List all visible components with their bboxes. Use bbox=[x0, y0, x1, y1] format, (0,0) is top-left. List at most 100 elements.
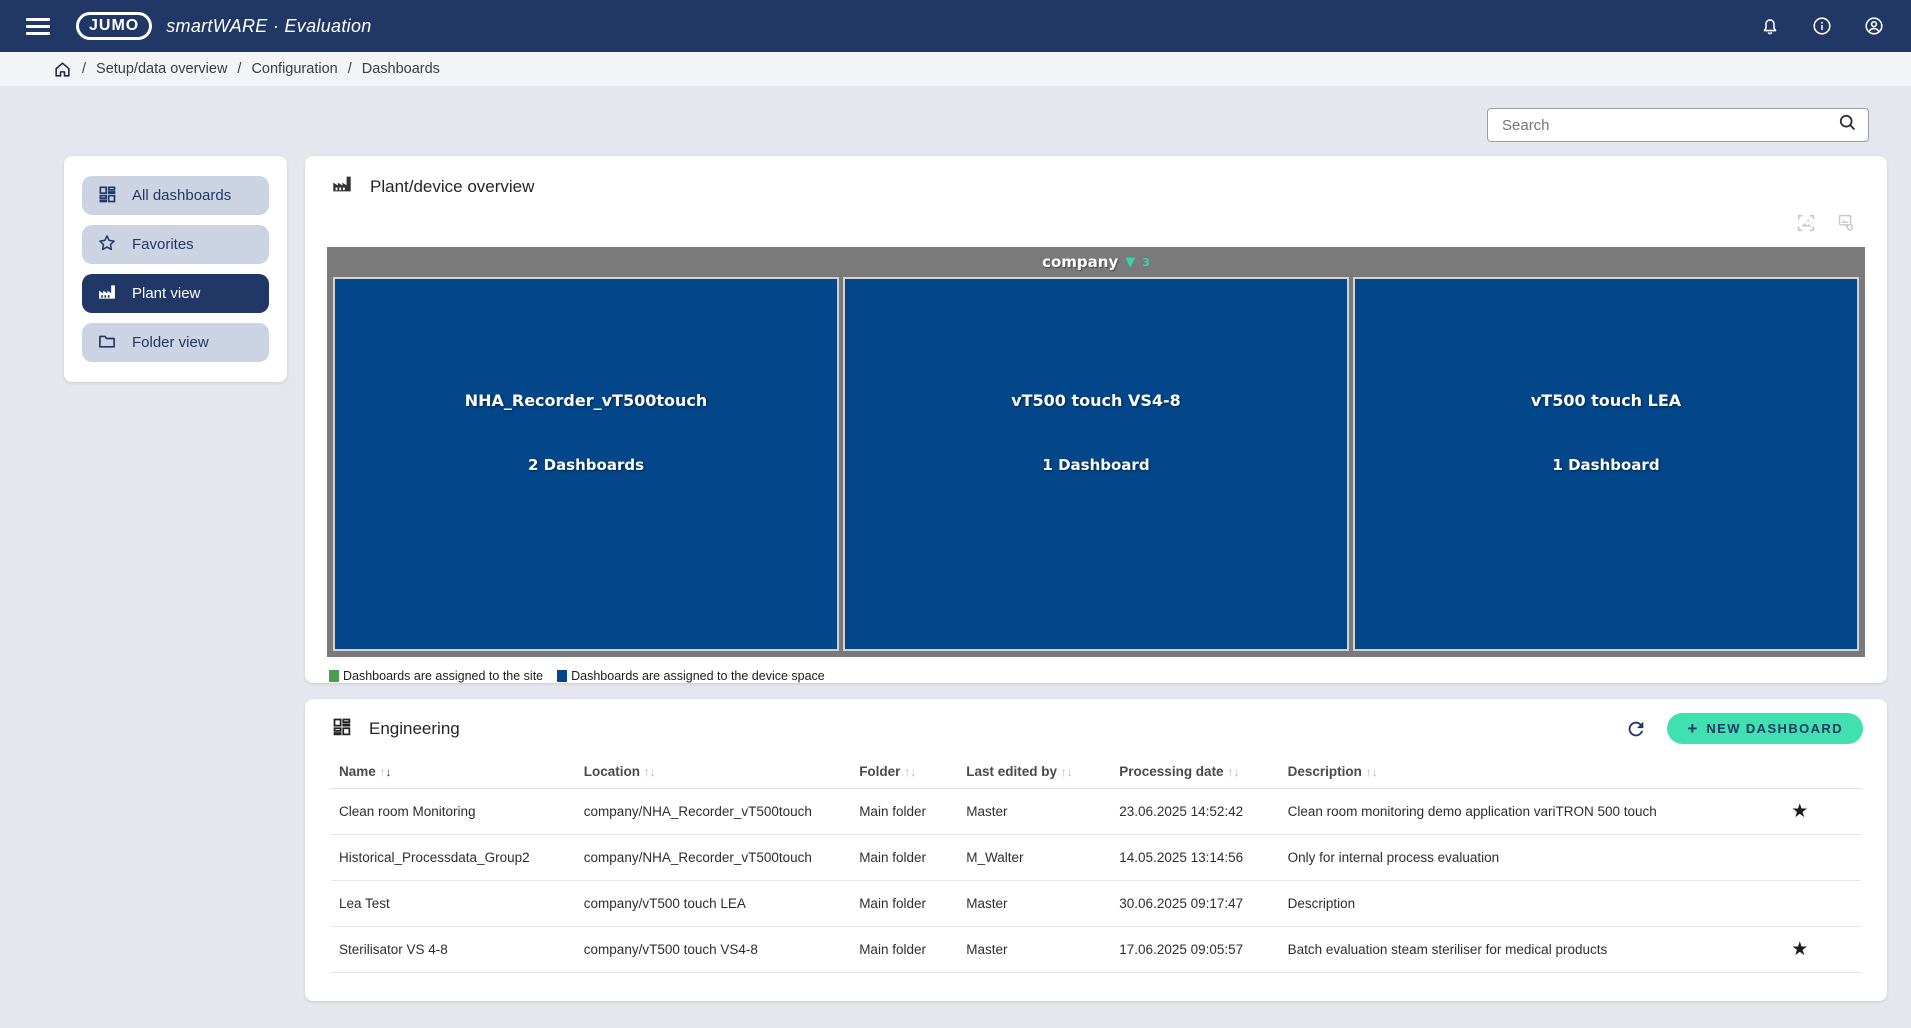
cell-processing-date: 17.06.2025 09:05:57 bbox=[1111, 927, 1279, 973]
table-row[interactable]: Historical_Processdata_Group2 company/NH… bbox=[331, 835, 1861, 881]
plant-device-overview-panel: Plant/device overview bbox=[305, 156, 1887, 683]
cell-processing-date: 14.05.2025 13:14:56 bbox=[1111, 835, 1279, 881]
sidebar-item-label: Folder view bbox=[132, 334, 209, 351]
table-row[interactable]: Lea Test company/vT500 touch LEA Main fo… bbox=[331, 881, 1861, 927]
device-tile-name: vT500 touch VS4-8 bbox=[1011, 391, 1181, 410]
plus-icon: + bbox=[1687, 719, 1697, 739]
table-row[interactable]: Sterilisator VS 4-8 company/vT500 touch … bbox=[331, 927, 1861, 973]
view-sidebar: All dashboards Favorites Plant view bbox=[64, 156, 287, 382]
column-header-last-edited-by[interactable]: Last edited by ↑↓ bbox=[958, 756, 1111, 789]
device-tile-count: 1 Dashboard bbox=[1552, 456, 1659, 474]
device-tile-nha-recorder[interactable]: NHA_Recorder_vT500touch 2 Dashboards bbox=[333, 277, 839, 651]
column-header-processing-date[interactable]: Processing date ↑↓ bbox=[1111, 756, 1279, 789]
cell-last-edited-by: M_Walter bbox=[958, 835, 1111, 881]
sidebar-item-all-dashboards[interactable]: All dashboards bbox=[82, 176, 269, 215]
app-title: smartWARE · Evaluation bbox=[166, 16, 371, 37]
device-tile-name: vT500 touch LEA bbox=[1531, 391, 1681, 410]
cell-last-edited-by: Master bbox=[958, 927, 1111, 973]
sidebar-item-favorites[interactable]: Favorites bbox=[82, 225, 269, 264]
legend-device-label: Dashboards are assigned to the device sp… bbox=[571, 669, 825, 683]
search-icon[interactable] bbox=[1837, 112, 1858, 138]
info-icon[interactable] bbox=[1811, 15, 1833, 37]
panel-title: Engineering bbox=[369, 719, 460, 739]
top-navbar: JUMO smartWARE · Evaluation bbox=[0, 0, 1911, 52]
column-header-name[interactable]: Name ↑↓ bbox=[331, 756, 576, 789]
search-box bbox=[1487, 108, 1869, 142]
device-tile-vt500-vs4-8[interactable]: vT500 touch VS4-8 1 Dashboard bbox=[843, 277, 1349, 651]
jumo-logo: JUMO bbox=[76, 12, 152, 40]
dashboard-grid-icon bbox=[97, 184, 117, 208]
cell-folder: Main folder bbox=[851, 835, 958, 881]
favorite-star-icon[interactable]: ★ bbox=[1791, 939, 1808, 960]
company-group-header[interactable]: company ▼ 3 bbox=[333, 247, 1859, 277]
cell-name[interactable]: Historical_Processdata_Group2 bbox=[331, 835, 576, 881]
engineering-panel: Engineering + NEW DASHBOARD bbox=[305, 699, 1887, 1001]
breadcrumb-separator: / bbox=[237, 61, 241, 77]
table-row[interactable]: Clean room Monitoring company/NHA_Record… bbox=[331, 789, 1861, 835]
search-input[interactable] bbox=[1502, 117, 1837, 134]
breadcrumb-item-configuration[interactable]: Configuration bbox=[251, 61, 337, 77]
account-icon[interactable] bbox=[1863, 15, 1885, 37]
factory-icon bbox=[97, 282, 117, 306]
dashboard-table-body: Clean room Monitoring company/NHA_Record… bbox=[331, 789, 1861, 973]
folder-icon bbox=[97, 331, 117, 355]
cell-location: company/vT500 touch VS4-8 bbox=[576, 927, 851, 973]
refresh-icon[interactable] bbox=[1625, 718, 1647, 740]
device-tile-name: NHA_Recorder_vT500touch bbox=[465, 391, 708, 410]
cell-location: company/vT500 touch LEA bbox=[576, 881, 851, 927]
breadcrumb-separator: / bbox=[82, 61, 86, 77]
cell-name[interactable]: Sterilisator VS 4-8 bbox=[331, 927, 576, 973]
cell-location: company/NHA_Recorder_vT500touch bbox=[576, 835, 851, 881]
sidebar-item-label: Plant view bbox=[132, 285, 200, 302]
legend-site-label: Dashboards are assigned to the site bbox=[343, 669, 543, 683]
cell-last-edited-by: Master bbox=[958, 881, 1111, 927]
menu-icon[interactable] bbox=[26, 18, 50, 35]
dashboard-table: Name ↑↓ Location ↑↓ Folder ↑↓ Last edite… bbox=[331, 756, 1861, 973]
legend-site-swatch bbox=[329, 670, 339, 682]
cell-description: Clean room monitoring demo application v… bbox=[1280, 789, 1739, 835]
favorite-star-icon[interactable]: ★ bbox=[1791, 801, 1808, 822]
breadcrumb-item-setup[interactable]: Setup/data overview bbox=[96, 61, 227, 77]
star-icon bbox=[97, 233, 117, 257]
notifications-bell-icon[interactable] bbox=[1759, 15, 1781, 37]
cell-processing-date: 23.06.2025 14:52:42 bbox=[1111, 789, 1279, 835]
cell-folder: Main folder bbox=[851, 789, 958, 835]
new-dashboard-button[interactable]: + NEW DASHBOARD bbox=[1667, 713, 1863, 744]
collapse-triangle-icon: ▼ bbox=[1125, 255, 1135, 270]
pan-image-icon[interactable] bbox=[1835, 212, 1857, 239]
plant-map-frame: company ▼ 3 NHA_Recorder_vT500touch 2 Das… bbox=[327, 247, 1865, 657]
company-group-label: company bbox=[1042, 253, 1118, 271]
column-header-favorite bbox=[1739, 756, 1861, 789]
breadcrumb: / Setup/data overview / Configuration / … bbox=[0, 52, 1911, 86]
factory-icon bbox=[331, 173, 353, 200]
cell-description: Description bbox=[1280, 881, 1739, 927]
sidebar-item-plant-view[interactable]: Plant view bbox=[82, 274, 269, 313]
home-icon[interactable] bbox=[53, 60, 72, 79]
panel-title: Plant/device overview bbox=[370, 177, 534, 197]
table-header-row: Name ↑↓ Location ↑↓ Folder ↑↓ Last edite… bbox=[331, 756, 1861, 789]
group-count-badge: 3 bbox=[1142, 256, 1150, 269]
cell-last-edited-by: Master bbox=[958, 789, 1111, 835]
cell-name[interactable]: Clean room Monitoring bbox=[331, 789, 576, 835]
device-tile-vt500-lea[interactable]: vT500 touch LEA 1 Dashboard bbox=[1353, 277, 1859, 651]
column-header-description[interactable]: Description ↑↓ bbox=[1280, 756, 1739, 789]
sidebar-item-folder-view[interactable]: Folder view bbox=[82, 323, 269, 362]
cell-folder: Main folder bbox=[851, 927, 958, 973]
device-tile-count: 2 Dashboards bbox=[528, 456, 644, 474]
breadcrumb-item-dashboards[interactable]: Dashboards bbox=[362, 61, 440, 77]
breadcrumb-separator: / bbox=[348, 61, 352, 77]
cell-processing-date: 30.06.2025 09:17:47 bbox=[1111, 881, 1279, 927]
cell-location: company/NHA_Recorder_vT500touch bbox=[576, 789, 851, 835]
legend-device-swatch bbox=[557, 670, 567, 682]
column-header-folder[interactable]: Folder ↑↓ bbox=[851, 756, 958, 789]
cell-folder: Main folder bbox=[851, 881, 958, 927]
sidebar-item-label: All dashboards bbox=[132, 187, 231, 204]
assignment-legend: Dashboards are assigned to the site Dash… bbox=[329, 669, 1887, 683]
cell-description: Batch evaluation steam steriliser for me… bbox=[1280, 927, 1739, 973]
sidebar-item-label: Favorites bbox=[132, 236, 194, 253]
cell-description: Only for internal process evaluation bbox=[1280, 835, 1739, 881]
dashboard-grid-icon bbox=[331, 716, 352, 742]
cell-name[interactable]: Lea Test bbox=[331, 881, 576, 927]
column-header-location[interactable]: Location ↑↓ bbox=[576, 756, 851, 789]
fit-image-icon[interactable] bbox=[1795, 212, 1817, 239]
